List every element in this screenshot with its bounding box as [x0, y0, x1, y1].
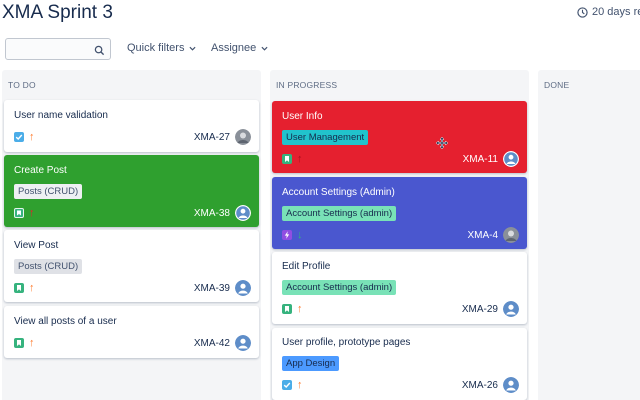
issue-key[interactable]: XMA-11 — [463, 154, 498, 165]
card-xma-39[interactable]: View Post Posts (CRUD) ↑ XMA-39 — [4, 230, 259, 302]
assignee-dropdown[interactable]: Assignee — [211, 42, 268, 54]
card-title: User name validation — [14, 110, 108, 121]
remaining-text: 20 days re — [592, 6, 640, 18]
issue-key[interactable]: XMA-4 — [467, 230, 498, 241]
avatar — [235, 280, 251, 296]
clock-icon — [577, 6, 588, 18]
card-title: User Info — [282, 111, 323, 122]
card-title: Create Post — [14, 165, 67, 176]
board-title: XMA Sprint 3 — [2, 2, 113, 23]
card-xma-29[interactable]: Edit Profile Account Settings (admin) ↑ … — [272, 252, 527, 324]
avatar — [503, 377, 519, 393]
search-box[interactable] — [5, 38, 111, 60]
column-done: DONE — [538, 70, 640, 400]
issue-key[interactable]: XMA-26 — [462, 380, 498, 391]
card-title: User profile, prototype pages — [282, 337, 411, 348]
column-todo: TO DO User name validation ↑ XMA-27 Crea… — [2, 70, 261, 400]
priority-high-icon: ↑ — [29, 282, 35, 294]
card-footer: ↑ XMA-42 — [14, 334, 251, 352]
priority-high-icon: ↑ — [29, 337, 35, 349]
issue-key[interactable]: XMA-38 — [194, 208, 230, 219]
card-footer: ↑ XMA-38 — [14, 204, 251, 222]
quick-filters-label: Quick filters — [127, 42, 185, 54]
column-in-progress: IN PROGRESS User Info User Management ↑ … — [270, 70, 529, 400]
epic-label: App Design — [282, 356, 340, 371]
epic-label: Account Settings (admin) — [282, 206, 397, 221]
card-xma-4[interactable]: Account Settings (Admin) Account Setting… — [272, 177, 527, 249]
card-xma-27[interactable]: User name validation ↑ XMA-27 — [4, 100, 259, 152]
avatar — [503, 227, 519, 243]
epic-label: Account Settings (admin) — [282, 280, 397, 295]
card-title: View all posts of a user — [14, 316, 117, 327]
sprint-remaining[interactable]: 20 days re — [577, 6, 640, 18]
card-xma-26[interactable]: User profile, prototype pages App Design… — [272, 328, 527, 400]
issue-key[interactable]: XMA-27 — [194, 132, 230, 143]
card-title: View Post — [14, 240, 59, 251]
avatar — [235, 205, 251, 221]
column-header-todo: TO DO — [8, 80, 36, 90]
search-input[interactable] — [10, 41, 90, 57]
avatar — [235, 129, 251, 145]
story-type-icon — [282, 304, 292, 314]
priority-high-icon: ↑ — [297, 303, 303, 315]
avatar — [503, 151, 519, 167]
card-xma-11[interactable]: User Info User Management ↑ XMA-11 — [272, 101, 527, 173]
epic-label: User Management — [282, 130, 369, 145]
quick-filters-dropdown[interactable]: Quick filters — [127, 42, 196, 54]
card-footer: ↓ XMA-4 — [282, 226, 519, 244]
card-footer: ↑ XMA-29 — [282, 300, 519, 318]
avatar — [503, 301, 519, 317]
issue-key[interactable]: XMA-39 — [194, 283, 230, 294]
card-xma-42[interactable]: View all posts of a user ↑ XMA-42 — [4, 306, 259, 358]
card-footer: ↑ XMA-26 — [282, 376, 519, 394]
move-cursor-icon — [435, 136, 449, 152]
column-header-done: DONE — [544, 80, 570, 90]
epic-label: Posts (CRUD) — [14, 184, 83, 199]
issue-key[interactable]: XMA-42 — [194, 338, 230, 349]
assignee-label: Assignee — [211, 42, 257, 54]
story-type-icon — [14, 338, 24, 348]
avatar — [235, 335, 251, 351]
story-type-icon — [14, 208, 24, 218]
priority-high-icon: ↑ — [297, 379, 303, 391]
card-xma-38[interactable]: Create Post Posts (CRUD) ↑ XMA-38 — [4, 155, 259, 227]
card-footer: ↑ XMA-39 — [14, 279, 251, 297]
card-title: Edit Profile — [282, 261, 331, 272]
column-header-in-progress: IN PROGRESS — [276, 80, 338, 90]
epic-label: Posts (CRUD) — [14, 259, 83, 274]
search-icon[interactable] — [94, 43, 105, 61]
chevron-down-icon — [261, 42, 268, 54]
chevron-down-icon — [189, 42, 196, 54]
priority-high-icon: ↑ — [29, 131, 35, 143]
priority-low-icon: ↓ — [297, 229, 303, 241]
epic-type-icon — [282, 230, 292, 240]
priority-high-icon: ↑ — [29, 207, 35, 219]
card-footer: ↑ XMA-11 — [282, 150, 519, 168]
story-type-icon — [14, 283, 24, 293]
story-type-icon — [282, 154, 292, 164]
task-type-icon — [14, 132, 24, 142]
task-type-icon — [282, 380, 292, 390]
priority-high-icon: ↑ — [297, 153, 303, 165]
card-title: Account Settings (Admin) — [282, 187, 395, 198]
card-footer: ↑ XMA-27 — [14, 128, 251, 146]
issue-key[interactable]: XMA-29 — [462, 304, 498, 315]
